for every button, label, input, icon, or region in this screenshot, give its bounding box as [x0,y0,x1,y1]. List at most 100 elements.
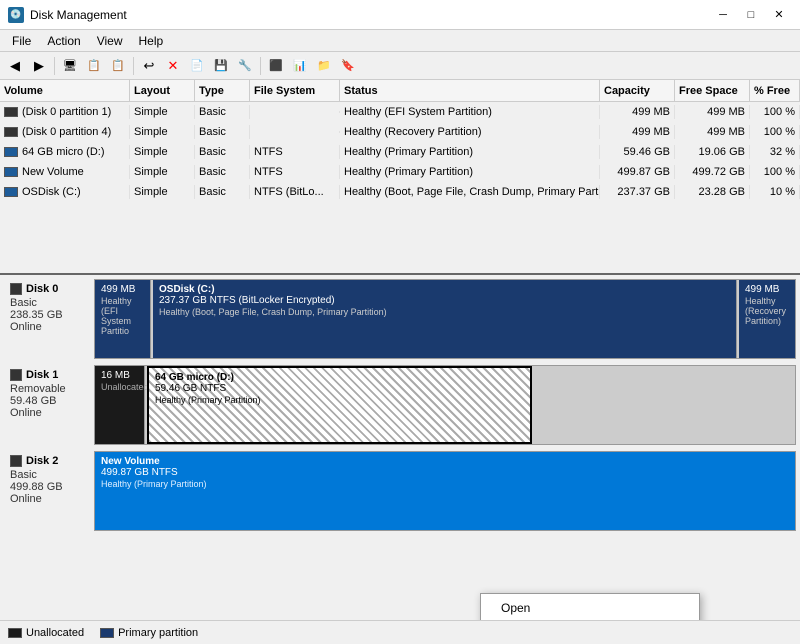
disk-1-unalloc-partition[interactable]: 16 MB Unallocated [95,366,145,444]
toolbar-btn-12[interactable]: 📊 [289,55,311,77]
disk-2-main-partition[interactable]: New Volume 499.87 GB NTFS Healthy (Prima… [95,452,795,530]
td-volume-3: 64 GB micro (D:) [0,145,130,159]
td-layout-3: Simple [130,145,195,159]
td-volume-1: (Disk 0 partition 1) [0,105,130,119]
disk-0-name: Disk 0 [26,283,58,295]
menu-help[interactable]: Help [131,32,172,50]
menu-file[interactable]: File [4,32,39,50]
td-free-2: 499 MB [675,125,750,139]
disk-1-icon [10,369,22,381]
td-layout-5: Simple [130,185,195,199]
disk-2-label: Disk 2 Basic 499.88 GB Online [4,451,94,531]
disk-0-partitions: 499 MB Healthy (EFI System Partitio OSDi… [94,279,796,359]
td-capacity-2: 499 MB [600,125,675,139]
td-layout-2: Simple [130,125,195,139]
td-status-2: Healthy (Recovery Partition) [340,125,600,139]
td-layout-1: Simple [130,105,195,119]
disk-1-main-name: 64 GB micro (D:) [155,372,524,383]
table-row[interactable]: OSDisk (C:) Simple Basic NTFS (BitLo... … [0,182,800,202]
toolbar-btn-14[interactable]: 🔖 [337,55,359,77]
toolbar-btn-11[interactable]: ⬛ [265,55,287,77]
disk-0-osdisk-partition[interactable]: OSDisk (C:) 237.37 GB NTFS (BitLocker En… [153,280,737,358]
delete-button[interactable]: ✕ [162,55,184,77]
disk-1-main-partition[interactable]: 64 GB micro (D:) 59.46 GB NTFS Healthy (… [147,366,532,444]
disk-1-unalloc-size: 16 MB [101,370,138,381]
td-free-1: 499 MB [675,105,750,119]
menu-action[interactable]: Action [39,32,88,50]
toolbar-btn-13[interactable]: 📁 [313,55,335,77]
toolbar-btn-3[interactable]: 🖥 [59,55,81,77]
legend-primary: Primary partition [100,627,198,639]
toolbar-sep-1 [54,57,55,75]
td-free-3: 19.06 GB [675,145,750,159]
disk-0-efi-partition[interactable]: 499 MB Healthy (EFI System Partitio [95,280,151,358]
toolbar-btn-5[interactable]: 📋 [107,55,129,77]
toolbar-btn-4[interactable]: 📋 [83,55,105,77]
vol-icon-2 [4,127,18,137]
toolbar-btn-10[interactable]: 🔧 [234,55,256,77]
back-button[interactable]: ◀ [4,55,26,77]
disk-2-name: Disk 2 [26,455,58,467]
vol-icon-3 [4,147,18,157]
title-bar: 💿 Disk Management ─ □ ✕ [0,0,800,30]
forward-button[interactable]: ▶ [28,55,50,77]
disk-2-sub2: 499.88 GB [10,481,88,493]
table-row[interactable]: 64 GB micro (D:) Simple Basic NTFS Healt… [0,142,800,162]
disk-1-row: Disk 1 Removable 59.48 GB Online 16 MB U… [4,365,796,445]
th-status: Status [340,80,600,101]
disk-2-partitions: New Volume 499.87 GB NTFS Healthy (Prima… [94,451,796,531]
disk-0-efi-size: 499 MB [101,284,144,295]
td-fs-2 [250,131,340,133]
toolbar: ◀ ▶ 🖥 📋 📋 ↩ ✕ 📄 💾 🔧 ⬛ 📊 📁 🔖 [0,52,800,80]
disk-0-sub3: Online [10,321,88,333]
td-type-5: Basic [195,185,250,199]
menu-view[interactable]: View [89,32,131,50]
disk-0-label: Disk 0 Basic 238.35 GB Online [4,279,94,359]
vol-icon-4 [4,167,18,177]
td-status-3: Healthy (Primary Partition) [340,145,600,159]
minimize-button[interactable]: ─ [710,5,736,25]
ctx-open[interactable]: Open [481,597,699,619]
td-capacity-1: 499 MB [600,105,675,119]
legend-unallocated-label: Unallocated [26,627,84,639]
td-volume-4: New Volume [0,165,130,179]
td-free-4: 499.72 GB [675,165,750,179]
disk-0-sub2: 238.35 GB [10,309,88,321]
table-row[interactable]: New Volume Simple Basic NTFS Healthy (Pr… [0,162,800,182]
disk-section: Disk 0 Basic 238.35 GB Online 499 MB Hea… [0,275,800,541]
legend-unallocated-box [8,628,22,638]
td-status-1: Healthy (EFI System Partition) [340,105,600,119]
window-title: Disk Management [30,8,127,22]
disk-2-icon [10,455,22,467]
td-fs-4: NTFS [250,165,340,179]
disk-1-partitions: 16 MB Unallocated 64 GB micro (D:) 59.46… [94,365,796,445]
vol-icon-5 [4,187,18,197]
td-pct-5: 10 % [750,185,800,199]
td-type-3: Basic [195,145,250,159]
disk-1-sub3: Online [10,407,88,419]
disk-0-osdisk-size: 237.37 GB NTFS (BitLocker Encrypted) [159,295,730,306]
table-row[interactable]: (Disk 0 partition 4) Simple Basic Health… [0,122,800,142]
toolbar-sep-2 [133,57,134,75]
th-fs: File System [250,80,340,101]
table-body: (Disk 0 partition 1) Simple Basic Health… [0,102,800,272]
disk-2-main-size: 499.87 GB NTFS [101,467,789,478]
app-icon: 💿 [8,7,24,23]
table-row[interactable]: (Disk 0 partition 1) Simple Basic Health… [0,102,800,122]
disk-0-efi-sub: Healthy (EFI System Partitio [101,296,144,336]
disk-1-main-size: 59.46 GB NTFS [155,383,524,394]
toolbar-btn-8[interactable]: 📄 [186,55,208,77]
disk-2-row: Disk 2 Basic 499.88 GB Online New Volume… [4,451,796,531]
disk-1-name: Disk 1 [26,369,58,381]
disk-1-sub1: Removable [10,383,88,395]
toolbar-btn-9[interactable]: 💾 [210,55,232,77]
td-capacity-5: 237.37 GB [600,185,675,199]
td-free-5: 23.28 GB [675,185,750,199]
undo-button[interactable]: ↩ [138,55,160,77]
menu-bar: File Action View Help [0,30,800,52]
disk-0-recovery-size: 499 MB [745,284,789,295]
td-pct-3: 32 % [750,145,800,159]
maximize-button[interactable]: □ [738,5,764,25]
close-button[interactable]: ✕ [766,5,792,25]
disk-0-recovery-partition[interactable]: 499 MB Healthy (Recovery Partition) [739,280,795,358]
